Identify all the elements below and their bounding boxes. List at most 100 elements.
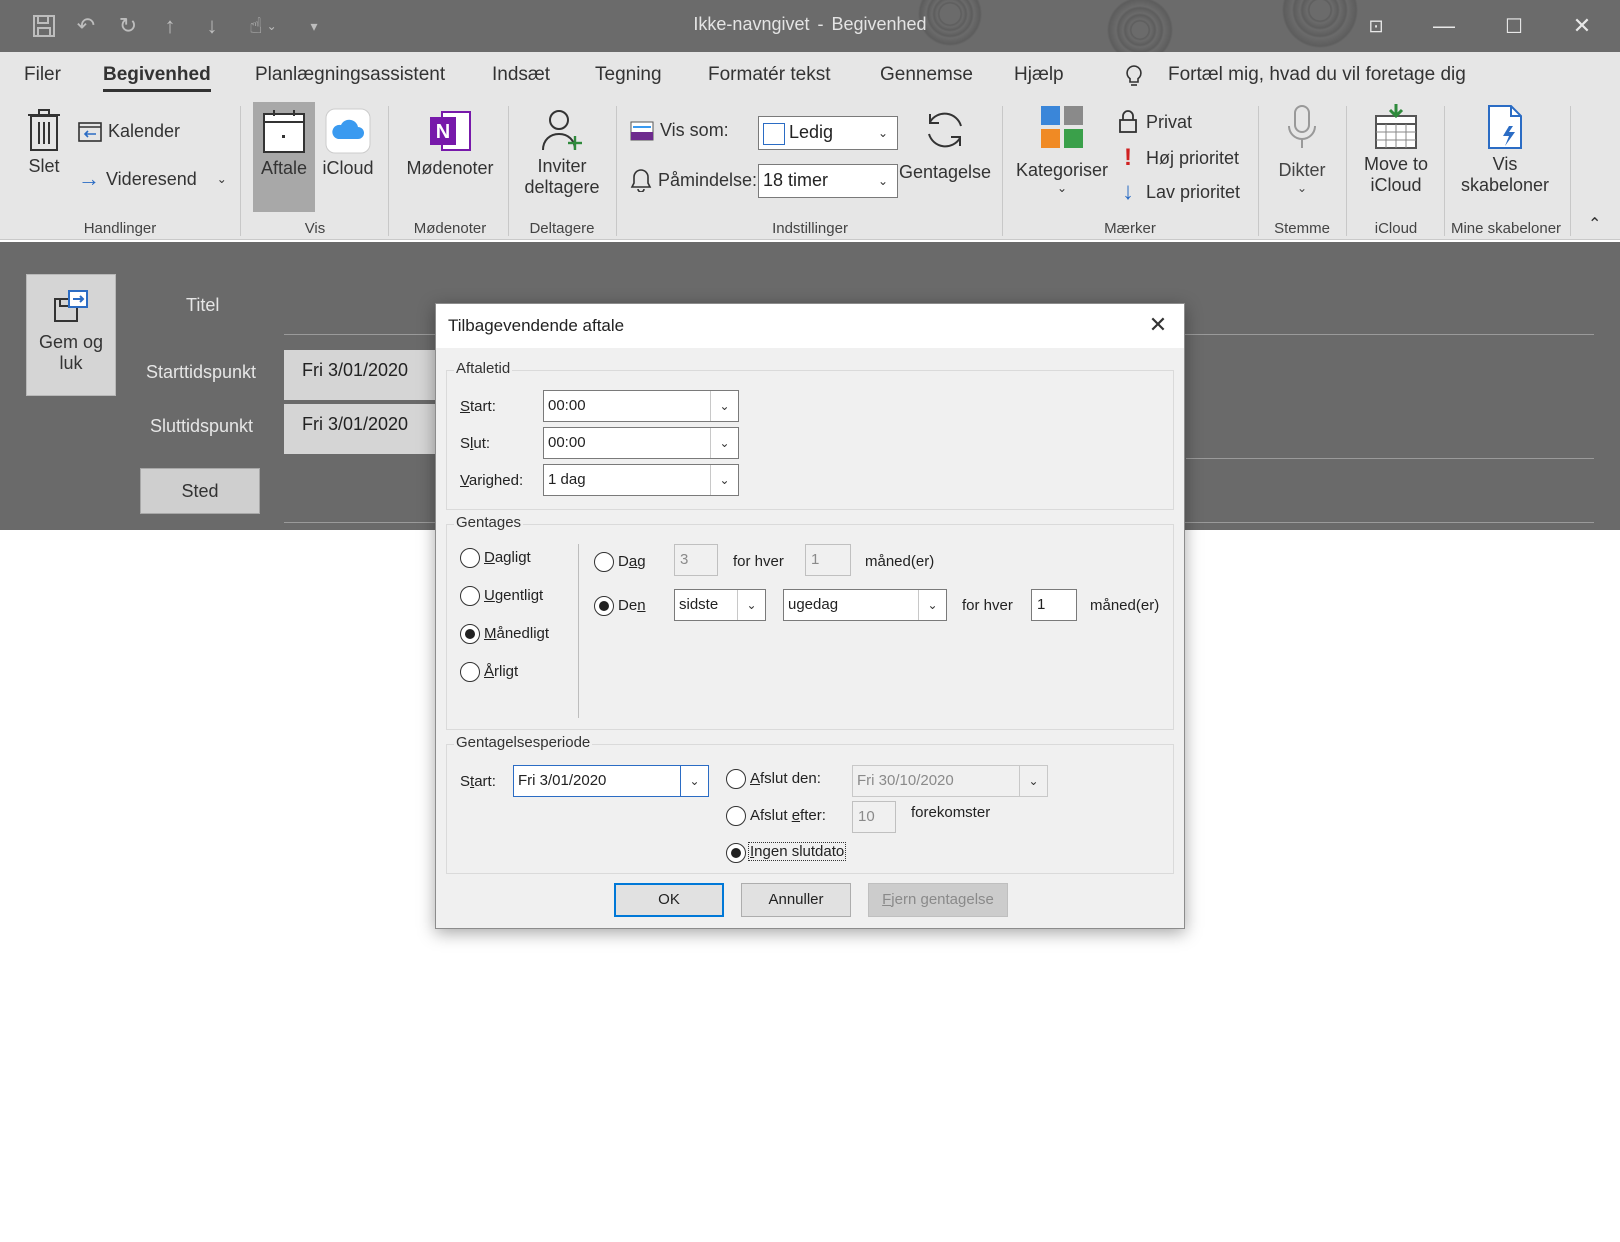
- start-time-label: Starttidspunkt: [146, 362, 257, 382]
- chevron-down-icon[interactable]: ⌄: [710, 428, 738, 458]
- divider-line: [1186, 458, 1594, 459]
- tab-filer[interactable]: Filer: [24, 64, 61, 86]
- range-start-combo[interactable]: Fri 3/01/2020 ⌄: [513, 765, 709, 797]
- title-bar: ↶ ↻ ↑ ↓ ☝ ⌄ ▾ Ikke-navngivet - Begivenhed ⊡…: [0, 0, 1620, 52]
- monthly-radio[interactable]: [460, 624, 480, 644]
- chevron-down-icon[interactable]: ⌄: [710, 391, 738, 421]
- forward-button[interactable]: → Videresend ⌄: [78, 166, 227, 192]
- months-label-2: måned(er): [1090, 597, 1160, 614]
- months-label: måned(er): [865, 553, 935, 570]
- occurrences-field[interactable]: 10: [852, 801, 896, 833]
- forward-arrow-icon: →: [78, 166, 100, 191]
- pattern-divider: [578, 544, 579, 718]
- reminder-dropdown[interactable]: 18 timer ⌄: [758, 164, 898, 198]
- dialog-close-button[interactable]: ✕: [1142, 310, 1174, 342]
- icloud-label: iCloud: [322, 158, 374, 178]
- high-priority-button[interactable]: ! Høj prioritet: [1118, 144, 1239, 172]
- reminder-label: Påmindelse:: [630, 168, 757, 192]
- ribbon-display-options-icon[interactable]: ⊡: [1354, 8, 1398, 44]
- low-priority-button[interactable]: ↓ Lav prioritet: [1118, 178, 1240, 206]
- tab-hjaelp[interactable]: Hjælp: [1014, 64, 1064, 86]
- invite-person-icon: [542, 110, 582, 151]
- day-interval-field[interactable]: 1: [805, 544, 851, 576]
- appointment-label: Aftale: [260, 158, 308, 178]
- meeting-notes-button[interactable]: N Mødenoter: [398, 102, 502, 179]
- tab-tegning[interactable]: Tegning: [595, 64, 662, 86]
- duration-combo[interactable]: 1 dag ⌄: [543, 464, 739, 496]
- calendar-label: Kalender: [108, 120, 181, 141]
- tell-me-search[interactable]: Fortæl mig, hvad du vil foretage dig: [1168, 64, 1466, 86]
- range-start-label: Start:: [460, 773, 496, 790]
- chevron-down-icon[interactable]: ⌄: [680, 766, 708, 796]
- private-button[interactable]: Privat: [1118, 110, 1192, 134]
- icloud-icon: [325, 108, 371, 154]
- ribbon-separator: [1570, 106, 1571, 236]
- cancel-button[interactable]: Annuller: [741, 883, 851, 917]
- tab-planlaegningsassistent[interactable]: Planlægningsassistent: [255, 64, 445, 86]
- tab-gennemse[interactable]: Gennemse: [880, 64, 973, 86]
- move-calendar-icon: [1375, 104, 1417, 149]
- calendar-button[interactable]: Kalender: [78, 120, 180, 142]
- tab-indsaet[interactable]: Indsæt: [492, 64, 550, 86]
- yearly-radio[interactable]: [460, 662, 480, 682]
- calendar-back-icon: [78, 122, 102, 142]
- microphone-icon: [1288, 105, 1316, 148]
- recurrence-button[interactable]: Gentagelse: [898, 102, 992, 183]
- minimize-button[interactable]: —: [1422, 8, 1466, 44]
- chevron-down-icon: ⌄: [869, 165, 897, 197]
- weekly-radio[interactable]: [460, 586, 480, 606]
- day-of-month-field[interactable]: 3: [674, 544, 718, 576]
- view-templates-button[interactable]: Vis skabeloner: [1450, 104, 1560, 196]
- chevron-down-icon[interactable]: ⌄: [918, 590, 946, 620]
- recurrence-icon: [928, 112, 962, 148]
- svg-text:N: N: [436, 121, 450, 143]
- appointment-view-button[interactable]: Aftale: [253, 102, 315, 212]
- forward-label: Videresend: [106, 168, 197, 189]
- occurrences-label: forekomster: [911, 804, 991, 821]
- chevron-down-icon: ⌄: [869, 117, 897, 149]
- dictate-button[interactable]: Dikter ⌄: [1266, 104, 1338, 195]
- the-option-radio[interactable]: [594, 596, 614, 616]
- move-to-icloud-button[interactable]: Move to iCloud: [1352, 104, 1440, 196]
- maximize-button[interactable]: ☐: [1492, 8, 1536, 44]
- end-by-radio[interactable]: [726, 769, 746, 789]
- categorize-button[interactable]: Kategoriser ⌄: [1012, 104, 1112, 195]
- location-button[interactable]: Sted: [140, 468, 260, 514]
- dialog-titlebar: Tilbagevendende aftale ✕: [436, 304, 1184, 348]
- trash-icon: [28, 109, 60, 151]
- every-label: for hver: [733, 553, 784, 570]
- recurrence-dialog: Tilbagevendende aftale ✕ Aftaletid Start…: [435, 303, 1185, 929]
- start-date-field[interactable]: Fri 3/01/2020: [284, 350, 444, 400]
- chevron-down-icon[interactable]: ⌄: [737, 590, 765, 620]
- daily-radio[interactable]: [460, 548, 480, 568]
- tab-begivenhed[interactable]: Begivenhed: [103, 64, 211, 92]
- save-close-icon: [54, 290, 88, 322]
- ok-button[interactable]: OK: [614, 883, 724, 917]
- delete-button[interactable]: Slet: [22, 108, 66, 177]
- day-option-radio[interactable]: [594, 552, 614, 572]
- end-date-field[interactable]: Fri 3/01/2020: [284, 404, 444, 454]
- collapse-ribbon-icon[interactable]: ⌃: [1588, 214, 1601, 234]
- end-after-radio[interactable]: [726, 806, 746, 826]
- start-time-label: Start:: [460, 398, 496, 415]
- month-interval-field[interactable]: 1: [1031, 589, 1077, 621]
- remove-recurrence-button[interactable]: Fjern gentagelse: [868, 883, 1008, 917]
- close-window-button[interactable]: ✕: [1560, 8, 1604, 44]
- start-time-combo[interactable]: 00:00 ⌄: [543, 390, 739, 422]
- move-label-1: Move to: [1363, 154, 1429, 174]
- order-combo[interactable]: sidste ⌄: [674, 589, 766, 621]
- tab-formater-tekst[interactable]: Formatér tekst: [708, 64, 830, 86]
- save-and-close-button[interactable]: Gem og luk: [26, 274, 116, 396]
- icloud-view-button[interactable]: iCloud: [320, 102, 376, 179]
- ribbon: Slet Kalender → Videresend ⌄ Handlinger …: [0, 98, 1620, 240]
- weekday-combo[interactable]: ugedag ⌄: [783, 589, 947, 621]
- appointment-time-legend: Aftaletid: [454, 360, 513, 377]
- invite-attendees-button[interactable]: Inviter deltagere: [516, 102, 608, 198]
- no-end-date-radio[interactable]: [726, 843, 746, 863]
- end-by-date-combo[interactable]: Fri 30/10/2020 ⌄: [852, 765, 1048, 797]
- show-as-dropdown[interactable]: Ledig ⌄: [758, 116, 898, 150]
- chevron-down-icon[interactable]: ⌄: [710, 465, 738, 495]
- chevron-down-icon[interactable]: ⌄: [1019, 766, 1047, 796]
- end-time-combo[interactable]: 00:00 ⌄: [543, 427, 739, 459]
- invite-label-1: Inviter: [537, 156, 587, 176]
